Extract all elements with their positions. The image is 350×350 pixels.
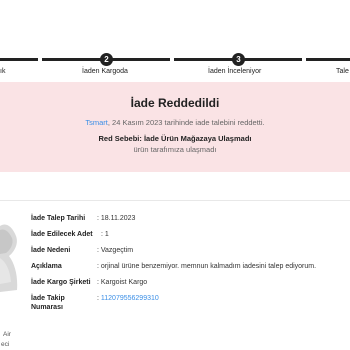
carrier-label: İade Kargo Şirketi <box>31 279 91 286</box>
progress-segment-gap <box>302 56 306 63</box>
quantity-label: İade Edilecek Adet <box>31 231 93 238</box>
step-3-indicator: 3 <box>232 53 245 66</box>
return-progress-stepper: ık 2 İaden Kargoda 3 İaden İnceleniyor T… <box>0 48 350 78</box>
note-label: Açıklama <box>31 263 62 270</box>
product-name-fragment: eci <box>1 341 10 348</box>
banner-description: Tsmart, 24 Kasım 2023 tarihinde iade tal… <box>0 118 350 127</box>
tracking-value: : 112079556299310 <box>97 294 159 303</box>
rejection-reason: Red Sebebi: İade Ürün Mağazaya Ulaşmadı <box>98 134 252 143</box>
progress-track <box>0 58 350 61</box>
banner-title: İade Reddedildi <box>130 96 220 110</box>
tracking-label-line-1: İade Takip <box>31 295 65 302</box>
progress-segment-gap <box>38 56 42 63</box>
tracking-label: İade Takip Numarası <box>31 294 101 312</box>
progress-segment-gap <box>170 56 174 63</box>
return-rejected-banner: İade Reddedildi Tsmart, 24 Kasım 2023 ta… <box>0 82 350 172</box>
store-link[interactable]: Tsmart <box>85 118 108 127</box>
banner-description-text: , 24 Kasım 2023 tarihinde iade talebini … <box>107 118 265 127</box>
tracking-number-link[interactable]: 112079556299310 <box>101 295 159 302</box>
garment-image-icon <box>0 218 20 308</box>
reason-value: : Vazgeçtim <box>97 247 134 254</box>
step-4-label: Tale <box>336 68 349 75</box>
request-date-value: : 18.11.2023 <box>97 215 136 222</box>
carrier-value: : Kargoist Kargo <box>97 279 148 286</box>
section-divider <box>0 200 350 201</box>
step-2-label: İaden Kargoda <box>82 68 128 75</box>
note-value: : orjinal ürüne benzemiyor. memnun kalma… <box>97 263 317 270</box>
reason-label: İade Nedeni <box>31 247 71 254</box>
product-name-fragment: Air <box>3 331 11 338</box>
step-1-label: ık <box>0 68 6 75</box>
rejection-reason-detail: ürün tarafımıza ulaşmadı <box>133 145 217 154</box>
tracking-label-line-2: Numarası <box>31 304 63 311</box>
request-date-label: İade Talep Tarihi <box>31 215 86 222</box>
product-image[interactable] <box>0 218 20 308</box>
step-3-label: İaden İnceleniyor <box>208 68 262 75</box>
quantity-value: : 1 <box>101 231 109 238</box>
step-2-indicator: 2 <box>100 53 113 66</box>
